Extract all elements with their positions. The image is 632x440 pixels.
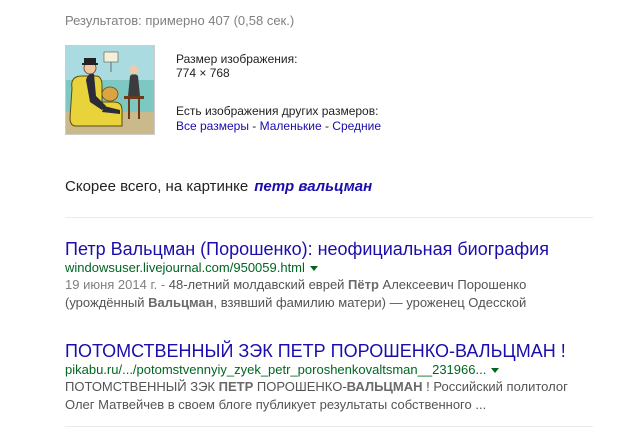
dropdown-arrow-icon[interactable] — [309, 266, 318, 272]
highlighted-term: ПЕТР — [218, 379, 254, 394]
image-size-info: Размер изображения: 774 × 768 — [176, 52, 297, 80]
search-result: ПОТОМСТВЕННЫЙ ЗЭК ПЕТР ПОРОШЕНКО-ВАЛЬЦМА… — [65, 340, 605, 414]
result-title-link[interactable]: Петр Вальцман (Порошенко): неофициальная… — [65, 238, 605, 260]
result-snippet: ПОТОМСТВЕННЫЙ ЗЭК ПЕТР ПОРОШЕНКО-ВАЛЬЦМА… — [65, 378, 605, 414]
other-sizes: Есть изображения других размеров: Все ра… — [176, 104, 381, 134]
other-sizes-label: Есть изображения других размеров: — [176, 104, 379, 118]
highlighted-term: Пётр — [348, 277, 379, 292]
medium-sizes-link[interactable]: Средние — [332, 119, 381, 133]
snippet-text: Алексеевич Порошенко — [378, 277, 527, 292]
result-url: pikabu.ru/.../potomstvennyiy_zyek_petr_p… — [65, 362, 605, 378]
link-separator: - — [321, 119, 333, 133]
snippet-line: (урождённый Вальцман, взявший фамилию ма… — [65, 294, 605, 312]
result-url-text: windowsuser.livejournal.com/950059.html — [65, 260, 305, 275]
image-size-value: 774 × 768 — [176, 66, 230, 80]
result-stats: Результатов: примерно 407 (0,58 сек.) — [65, 13, 295, 28]
result-snippet: 19 июня 2014 г. - 48-летний молдавский е… — [65, 276, 605, 312]
search-result: Петр Вальцман (Порошенко): неофициальная… — [65, 238, 605, 312]
snippet-line: 19 июня 2014 г. - 48-летний молдавский е… — [65, 276, 605, 294]
snippet-text: (урождённый — [65, 295, 149, 310]
snippet-text: ПОТОМСТВЕННЫЙ ЗЭК — [65, 379, 219, 394]
image-size-label: Размер изображения: — [176, 52, 298, 66]
snippet-text: , взявший фамилию матери) — уроженец Оде… — [213, 295, 527, 310]
cartoon-image — [66, 46, 154, 134]
snippet-text: ПОРОШЕНКО- — [253, 379, 347, 394]
all-sizes-link[interactable]: Все размеры — [176, 119, 249, 133]
best-guess-prefix: Скорее всего, на картинке — [65, 178, 249, 195]
divider — [65, 426, 593, 427]
dropdown-arrow-icon[interactable] — [491, 368, 500, 374]
highlighted-term: Вальцман — [148, 295, 214, 310]
image-thumbnail[interactable] — [65, 45, 155, 135]
highlighted-term: ВАЛЬЦМАН — [346, 379, 423, 394]
result-date: 19 июня 2014 г. - — [65, 277, 169, 292]
small-sizes-link[interactable]: Маленькие — [260, 119, 322, 133]
snippet-text: ! Российский политолог — [422, 379, 568, 394]
snippet-line: ПОТОМСТВЕННЫЙ ЗЭК ПЕТР ПОРОШЕНКО-ВАЛЬЦМА… — [65, 378, 605, 396]
result-title-link[interactable]: ПОТОМСТВЕННЫЙ ЗЭК ПЕТР ПОРОШЕНКО-ВАЛЬЦМА… — [65, 340, 605, 362]
snippet-text: 48-летний молдавский еврей — [168, 277, 349, 292]
result-url-text: pikabu.ru/.../potomstvennyiy_zyek_petr_p… — [65, 362, 487, 377]
link-separator: - — [248, 119, 260, 133]
size-links: Все размеры - Маленькие - Средние — [176, 119, 381, 134]
best-guess: Скорее всего, на картинке петр вальцман — [65, 178, 372, 195]
result-url: windowsuser.livejournal.com/950059.html — [65, 260, 605, 276]
best-guess-query-link[interactable]: петр вальцман — [254, 178, 372, 195]
divider — [65, 217, 593, 218]
snippet-text: Олег Матвейчев в своем блоге публикует р… — [65, 397, 487, 412]
snippet-line: Олег Матвейчев в своем блоге публикует р… — [65, 396, 605, 414]
